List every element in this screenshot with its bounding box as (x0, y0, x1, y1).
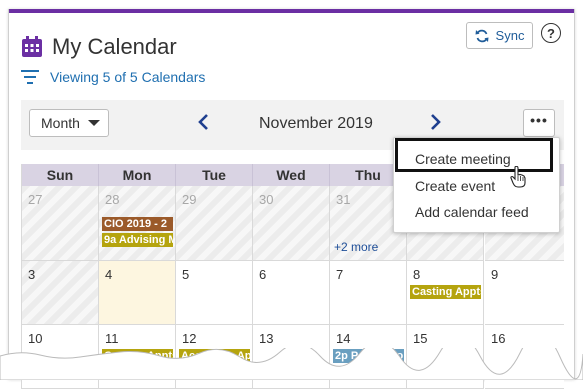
help-button[interactable]: ? (541, 23, 561, 43)
page-title: My Calendar (52, 34, 177, 59)
more-events-link[interactable]: +2 more (334, 240, 378, 254)
day-cell[interactable]: 29 (176, 186, 253, 261)
day-number: 8 (413, 267, 421, 282)
calendar-icon (22, 36, 42, 57)
view-select-label: Month (41, 115, 80, 131)
calendar-event[interactable]: Casting Appts (410, 285, 481, 299)
hand-cursor-icon (510, 166, 526, 188)
more-options-button[interactable]: ••• (523, 109, 555, 137)
day-cell[interactable]: 9 (485, 261, 564, 325)
day-number: 7 (336, 267, 344, 282)
day-cell[interactable]: 7 (330, 261, 407, 325)
day-cell[interactable]: 27 (22, 186, 99, 261)
filter-text: Viewing 5 of 5 Calendars (50, 69, 206, 85)
sync-button[interactable]: Sync (466, 22, 533, 49)
calendar-event[interactable]: 9a Advising M (102, 233, 173, 247)
dow-header: Tue (176, 164, 253, 186)
month-label: November 2019 (259, 115, 373, 132)
filter-icon (21, 70, 39, 84)
sync-label: Sync (495, 28, 525, 43)
day-number: 9 (491, 267, 499, 282)
help-label: ? (547, 25, 555, 41)
calendar-filter[interactable]: Viewing 5 of 5 Calendars (21, 69, 205, 85)
chevron-left-icon[interactable] (196, 112, 212, 132)
day-number: 15 (413, 331, 428, 346)
day-number: 31 (336, 192, 351, 207)
chevron-right-icon[interactable] (427, 112, 443, 132)
day-number: 10 (28, 331, 43, 346)
day-number: 14 (336, 331, 351, 346)
day-cell[interactable]: 8 Casting Appts (407, 261, 484, 325)
day-number: 28 (105, 192, 120, 207)
more-dots-icon: ••• (530, 112, 548, 128)
day-cell[interactable]: 6 (253, 261, 330, 325)
day-cell[interactable]: 30 (253, 186, 330, 261)
day-number: 13 (259, 331, 274, 346)
refresh-icon (475, 29, 489, 42)
day-cell[interactable]: 3 (22, 261, 99, 325)
day-cell[interactable]: 28 CIO 2019 - 2 9a Advising M (99, 186, 176, 261)
day-number: 16 (491, 331, 506, 346)
torn-edge (0, 348, 583, 380)
view-select[interactable]: Month (29, 109, 109, 137)
day-number: 27 (28, 192, 43, 207)
day-number: 11 (105, 331, 119, 346)
dow-header: Sun (22, 164, 99, 186)
day-cell[interactable]: 5 (176, 261, 253, 325)
menu-item-create-event[interactable]: Create event (415, 178, 495, 194)
day-number: 29 (182, 192, 197, 207)
day-number: 12 (182, 331, 197, 346)
dow-header: Wed (253, 164, 330, 186)
day-number: 30 (259, 192, 274, 207)
calendar-event[interactable]: CIO 2019 - 2 (102, 217, 173, 231)
caret-down-icon (87, 120, 100, 126)
menu-highlight-box (395, 138, 553, 172)
accent-bar (9, 9, 574, 13)
dow-header: Mon (99, 164, 176, 186)
day-number: 6 (259, 267, 267, 282)
day-number: 4 (105, 267, 113, 282)
day-cell[interactable]: 4 (99, 261, 176, 325)
day-number: 5 (182, 267, 190, 282)
title-row: My Calendar (21, 31, 177, 63)
day-number: 3 (28, 267, 36, 282)
menu-item-add-calendar-feed[interactable]: Add calendar feed (415, 204, 529, 220)
